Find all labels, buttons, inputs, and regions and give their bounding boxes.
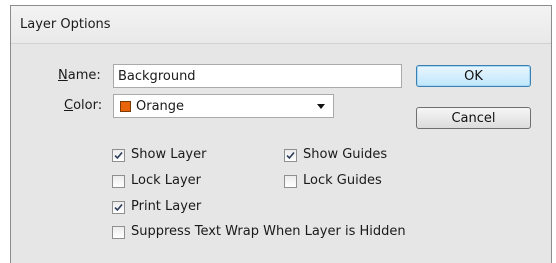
show-layer-option[interactable]: Show Layer — [112, 147, 206, 163]
lock-layer-label: Lock Layer — [131, 173, 202, 188]
checkmark-icon — [286, 151, 295, 159]
color-swatch-icon — [120, 100, 131, 112]
suppress-text-wrap-label: Suppress Text Wrap When Layer is Hidden — [131, 224, 406, 239]
lock-layer-checkbox[interactable] — [112, 174, 125, 188]
show-guides-label: Show Guides — [303, 147, 388, 162]
show-guides-option[interactable]: Show Guides — [284, 147, 387, 163]
checkmark-icon — [114, 203, 123, 211]
lock-guides-checkbox[interactable] — [284, 174, 297, 188]
name-label-rest: ame: — [67, 68, 101, 83]
color-select[interactable]: Orange — [113, 94, 334, 118]
color-label-rest: olor: — [73, 98, 103, 113]
name-label: Name: — [58, 68, 101, 84]
checkmark-icon — [114, 151, 123, 159]
print-layer-label: Print Layer — [131, 199, 202, 214]
dialog-title: Layer Options — [11, 6, 551, 44]
lock-guides-label: Lock Guides — [303, 173, 382, 188]
name-label-mnemonic: N — [58, 68, 68, 83]
cancel-button[interactable]: Cancel — [416, 107, 531, 129]
layer-options-dialog: Layer Options Name: Color: Orange OK Can… — [10, 5, 552, 263]
show-guides-checkbox[interactable] — [284, 148, 297, 162]
suppress-text-wrap-checkbox[interactable] — [112, 225, 125, 239]
show-layer-label: Show Layer — [131, 147, 207, 162]
color-label: Color: — [64, 98, 102, 114]
lock-layer-option[interactable]: Lock Layer — [112, 173, 201, 189]
name-field[interactable] — [113, 64, 402, 88]
print-layer-checkbox[interactable] — [112, 200, 125, 214]
ok-button[interactable]: OK — [416, 65, 531, 87]
color-label-mnemonic: C — [64, 98, 74, 113]
print-layer-option[interactable]: Print Layer — [112, 199, 201, 215]
lock-guides-option[interactable]: Lock Guides — [284, 173, 382, 189]
color-select-value: Orange — [136, 98, 185, 114]
show-layer-checkbox[interactable] — [112, 148, 125, 162]
chevron-down-icon — [317, 103, 325, 109]
suppress-text-wrap-option[interactable]: Suppress Text Wrap When Layer is Hidden — [112, 224, 406, 240]
